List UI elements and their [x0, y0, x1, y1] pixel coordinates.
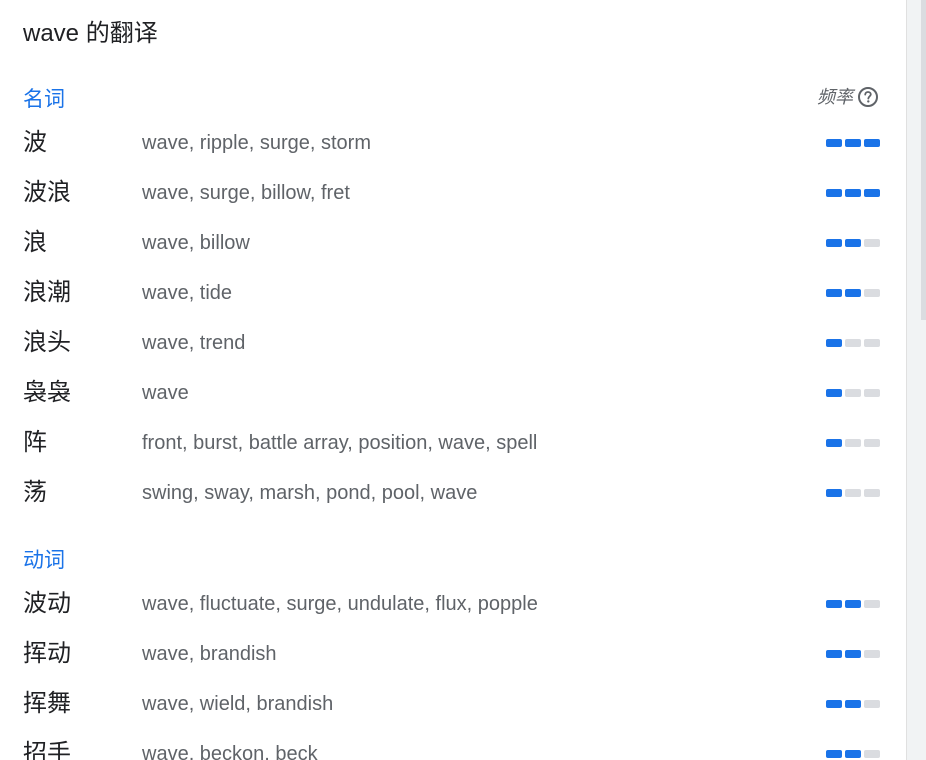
frequency-bar: [826, 289, 880, 297]
frequency-segment-filled: [845, 700, 861, 708]
translations: wave, ripple, surge, storm: [142, 132, 371, 154]
frequency-segment-empty: [845, 339, 861, 347]
translations: wave, beckon, beck: [142, 743, 318, 760]
frequency-bar: [826, 189, 880, 197]
translations: wave, brandish: [142, 643, 277, 665]
frequency-segment-empty: [845, 439, 861, 447]
frequency-segment-filled: [826, 439, 842, 447]
frequency-bar: [826, 600, 880, 608]
frequency-segment-empty: [845, 489, 861, 497]
frequency-bar: [826, 750, 880, 758]
frequency-segment-filled: [845, 139, 861, 147]
frequency-bar: [826, 139, 880, 147]
word[interactable]: 浪潮: [23, 268, 71, 318]
translations: wave: [142, 382, 189, 404]
translation-row[interactable]: 浪头 wave, trend: [0, 318, 906, 368]
frequency-bar: [826, 489, 880, 497]
frequency-segment-empty: [864, 750, 880, 758]
word[interactable]: 波动: [23, 579, 71, 629]
word[interactable]: 挥舞: [23, 679, 71, 729]
frequency-segment-empty: [864, 700, 880, 708]
scrollbar[interactable]: [906, 0, 926, 760]
word[interactable]: 袅袅: [23, 368, 71, 418]
word[interactable]: 荡: [23, 468, 47, 518]
word[interactable]: 波: [23, 118, 47, 168]
frequency-segment-filled: [826, 389, 842, 397]
translations: wave, tide: [142, 282, 233, 304]
word[interactable]: 浪: [23, 218, 47, 268]
translation-row[interactable]: 挥舞 wave, wield, brandish: [0, 679, 906, 729]
frequency-segment-empty: [864, 389, 880, 397]
frequency-segment-filled: [826, 339, 842, 347]
translation-row[interactable]: 挥动 wave, brandish: [0, 629, 906, 679]
frequency-segment-filled: [826, 700, 842, 708]
translations: wave, billow: [142, 232, 250, 254]
translation-row[interactable]: 招手 wave, beckon, beck: [0, 729, 906, 760]
translations: wave, surge, billow, fret: [142, 182, 350, 204]
word[interactable]: 阵: [23, 418, 47, 468]
pos-label-noun: 名词: [23, 88, 65, 111]
frequency-bar: [826, 339, 880, 347]
help-icon[interactable]: [857, 86, 879, 108]
frequency-segment-filled: [845, 650, 861, 658]
frequency-segment-filled: [826, 650, 842, 658]
page-title: wave 的翻译: [23, 20, 158, 47]
frequency-bar: [826, 239, 880, 247]
frequency-bar: [826, 700, 880, 708]
word[interactable]: 浪头: [23, 318, 71, 368]
translations: wave, fluctuate, surge, undulate, flux, …: [142, 593, 538, 615]
frequency-segment-filled: [826, 600, 842, 608]
frequency-segment-empty: [845, 389, 861, 397]
translation-row[interactable]: 浪潮 wave, tide: [0, 268, 906, 318]
frequency-bar: [826, 650, 880, 658]
pos-label-verb: 动词: [23, 549, 65, 572]
word[interactable]: 波浪: [23, 168, 71, 218]
translation-row[interactable]: 阵 front, burst, battle array, position, w…: [0, 418, 906, 468]
frequency-segment-empty: [864, 239, 880, 247]
frequency-segment-empty: [864, 289, 880, 297]
frequency-segment-filled: [826, 289, 842, 297]
translation-row[interactable]: 波浪 wave, surge, billow, fret: [0, 168, 906, 218]
word[interactable]: 招手: [23, 729, 71, 760]
frequency-segment-filled: [845, 239, 861, 247]
translations: swing, sway, marsh, pond, pool, wave: [142, 482, 478, 504]
scrollbar-thumb[interactable]: [921, 0, 926, 320]
frequency-header: 频率: [817, 85, 879, 109]
translation-row[interactable]: 浪 wave, billow: [0, 218, 906, 268]
frequency-segment-empty: [864, 650, 880, 658]
frequency-segment-filled: [826, 239, 842, 247]
frequency-segment-empty: [864, 339, 880, 347]
frequency-segment-filled: [826, 139, 842, 147]
frequency-segment-filled: [845, 289, 861, 297]
translation-row[interactable]: 波动 wave, fluctuate, surge, undulate, flux…: [0, 579, 906, 629]
frequency-segment-filled: [845, 750, 861, 758]
translation-panel: wave 的翻译 名词 频率 波 wave, ripple, surge, sto…: [0, 0, 926, 760]
frequency-segment-empty: [864, 489, 880, 497]
frequency-segment-filled: [864, 189, 880, 197]
frequency-segment-filled: [826, 489, 842, 497]
translations: wave, wield, brandish: [142, 693, 334, 715]
frequency-segment-empty: [864, 600, 880, 608]
translation-row[interactable]: 荡 swing, sway, marsh, pond, pool, wave: [0, 468, 906, 518]
translation-row[interactable]: 袅袅 wave: [0, 368, 906, 418]
translations: wave, trend: [142, 332, 246, 354]
translation-row[interactable]: 波 wave, ripple, surge, storm: [0, 118, 906, 168]
frequency-label: 频率: [817, 87, 853, 107]
frequency-bar: [826, 389, 880, 397]
frequency-segment-filled: [845, 189, 861, 197]
frequency-segment-empty: [864, 439, 880, 447]
frequency-bar: [826, 439, 880, 447]
frequency-segment-filled: [845, 600, 861, 608]
frequency-segment-filled: [826, 189, 842, 197]
frequency-segment-filled: [864, 139, 880, 147]
frequency-segment-filled: [826, 750, 842, 758]
translations: front, burst, battle array, position, wa…: [142, 432, 538, 454]
word[interactable]: 挥动: [23, 629, 71, 679]
